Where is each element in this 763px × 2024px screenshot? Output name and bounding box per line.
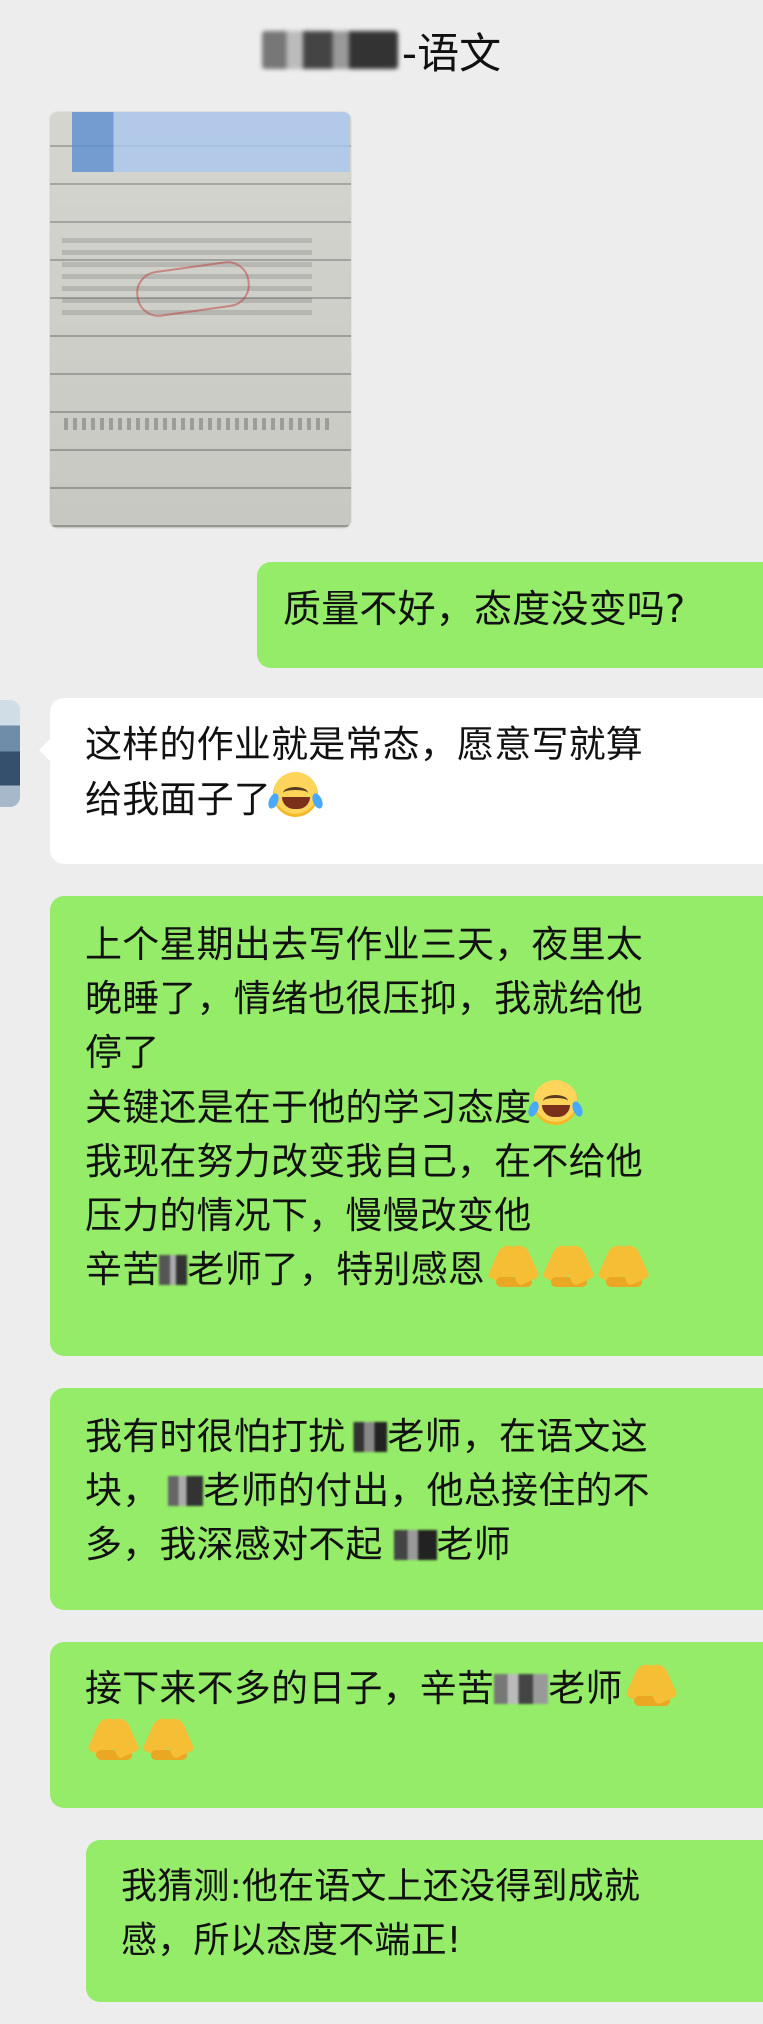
folded-hands-icon (624, 1664, 678, 1706)
avatar[interactable] (0, 700, 20, 807)
message-line: 这样的作业就是常态，愿意写就算 (85, 723, 643, 766)
message-line: 上个星期出去写作业三天，夜里太 (85, 923, 643, 966)
message-line-text: 辛苦 (85, 1248, 160, 1291)
blurred-teacher-name (382, 1530, 437, 1560)
folded-hands-icon (486, 1245, 540, 1287)
workbook-question-line (64, 418, 334, 430)
message-guess-attitude[interactable]: 我猜测:他在语文上还没得到成就 感，所以态度不端正! (86, 1840, 763, 2002)
homework-photo (50, 112, 351, 528)
message-attitude-explanation[interactable]: 上个星期出去写作业三天，夜里太 晚睡了，情绪也很压抑，我就给他 停了 关键还是在… (50, 896, 763, 1356)
message-line-text: 老师的付出，他总接住的不 (203, 1469, 650, 1512)
message-line-text: 老师了，特别感恩 (187, 1248, 486, 1291)
message-line: 关键还是在于他的学习态度 (85, 1080, 737, 1135)
folded-hands-icon (141, 1718, 195, 1760)
message-line (85, 1716, 737, 1770)
folded-hands-icon (596, 1245, 650, 1287)
blurred-teacher-name (159, 1255, 188, 1285)
message-line: 我有时很怕打扰 老师，在语文这 (85, 1410, 737, 1464)
folded-hands-icon (86, 1718, 140, 1760)
message-line: 感，所以态度不端正! (121, 1920, 462, 1961)
blurred-teacher-name (159, 1476, 204, 1506)
message-line-text: 我有时很怕打扰 (85, 1415, 346, 1458)
message-line: 压力的情况下，慢慢改变他 (85, 1194, 532, 1237)
message-line-text: 块， (85, 1469, 160, 1512)
message-line: 给我面子了 (85, 772, 737, 827)
message-line: 块， 老师的付出，他总接住的不 (85, 1464, 737, 1518)
blurred-teacher-name (345, 1422, 388, 1452)
message-line-text: 老师，在语文这 (387, 1415, 648, 1458)
message-line-text: 给我面子了 (85, 778, 271, 821)
message-line: 多，我深感对不起 老师 (85, 1518, 737, 1572)
message-line-text: 老师 (436, 1523, 512, 1566)
message-quality-question[interactable]: 质量不好，态度没变吗? (257, 562, 763, 668)
chat-header: -语文 (0, 0, 763, 100)
message-remaining-days[interactable]: 接下来不多的日子，辛苦 老师 (50, 1642, 763, 1808)
message-line: 我现在努力改变我自己，在不给他 (85, 1140, 643, 1183)
workbook-blue-header (72, 112, 350, 172)
message-teacher-concern[interactable]: 我有时很怕打扰 老师，在语文这 块， 老师的付出，他总接住的不 多，我深感对不起 老师 (50, 1388, 763, 1610)
message-line-text: 多，我深感对不起 (85, 1523, 383, 1566)
chat-title-subject: -语文 (401, 28, 502, 78)
message-line-text: 关键还是在于他的学习态度 (85, 1086, 532, 1129)
chat-title: -语文 (261, 20, 502, 81)
message-line-text: 接下来不多的日子，辛苦 (85, 1667, 495, 1710)
blurred-contact-name (261, 31, 398, 69)
message-text: 质量不好，态度没变吗? (283, 587, 686, 631)
face-with-tears-of-joy-icon (526, 1080, 586, 1125)
folded-hands-icon (541, 1245, 595, 1287)
message-line: 晚睡了，情绪也很压抑，我就给他 (85, 977, 643, 1020)
homework-image-message[interactable] (50, 112, 351, 528)
message-line-text: 老师 (548, 1667, 623, 1710)
message-line: 我猜测:他在语文上还没得到成就 (121, 1866, 641, 1907)
message-line: 停了 (85, 1031, 160, 1074)
message-line: 辛苦 老师了，特别感恩 (85, 1243, 737, 1297)
face-with-tears-of-joy-icon (266, 772, 325, 817)
message-homework-normal[interactable]: 这样的作业就是常态，愿意写就算 给我面子了 (50, 698, 763, 864)
blurred-teacher-name (494, 1674, 549, 1704)
message-line: 接下来不多的日子，辛苦 老师 (85, 1662, 737, 1716)
